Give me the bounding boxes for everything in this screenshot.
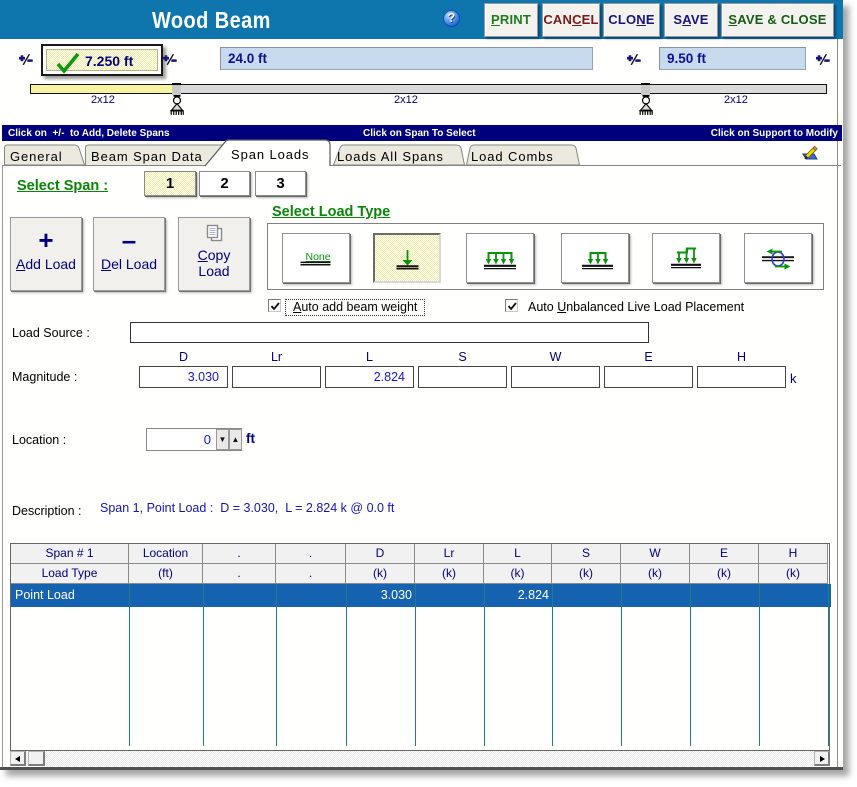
svg-text:Beam Span Data: Beam Span Data [91,149,203,164]
svg-text:Loads All Spans: Loads All Spans [337,149,444,164]
svg-text:None: None [306,251,331,263]
svg-text:Span Loads: Span Loads [231,147,309,162]
svg-text:Load Combs: Load Combs [471,149,554,164]
svg-text:General: General [10,149,63,164]
